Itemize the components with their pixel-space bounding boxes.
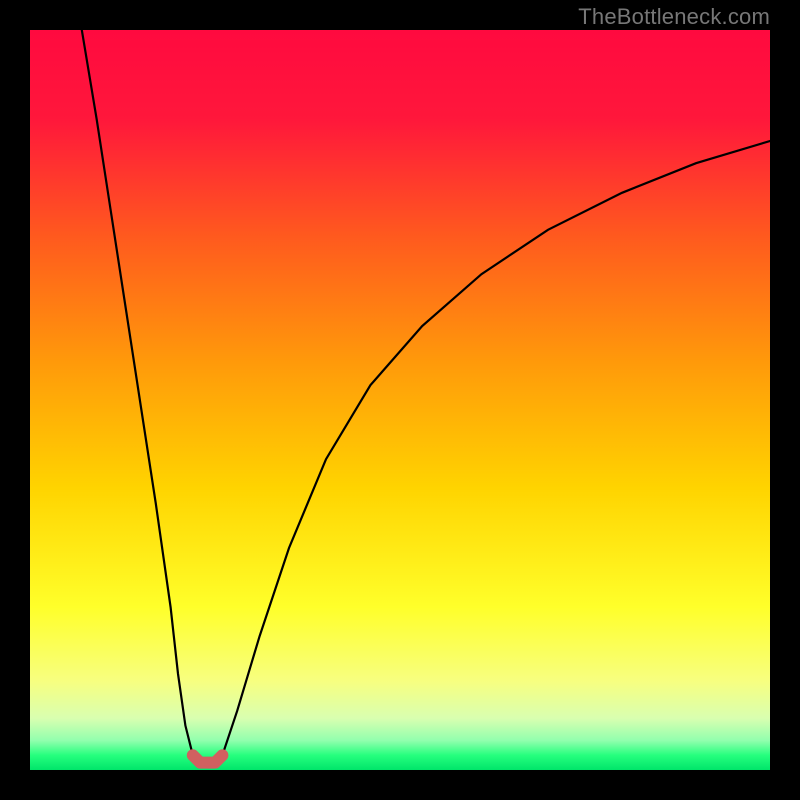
curve-left-branch	[82, 30, 223, 763]
watermark-text: TheBottleneck.com	[578, 4, 770, 30]
curve-right-branch	[193, 141, 770, 763]
plot-area	[30, 30, 770, 770]
bottleneck-curve	[30, 30, 770, 770]
chart-frame: TheBottleneck.com	[0, 0, 800, 800]
curve-valley-highlight	[193, 755, 223, 762]
